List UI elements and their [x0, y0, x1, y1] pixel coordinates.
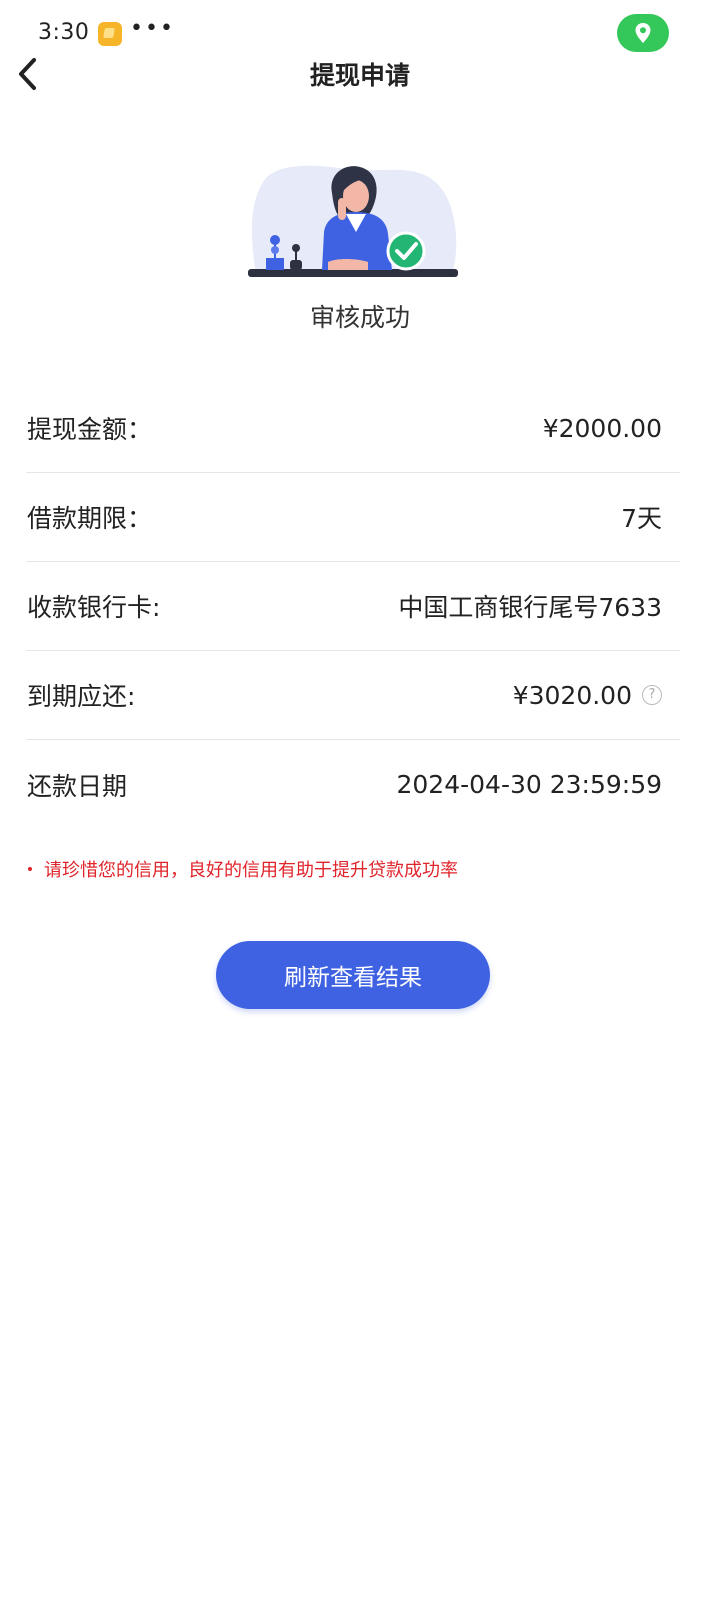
status-time: 3:30: [38, 20, 90, 45]
more-notifications-icon: •••: [130, 16, 175, 41]
review-status: 审核成功: [309, 303, 410, 332]
credit-notice: 请珍惜您的信用，良好的信用有助于提升贷款成功率: [28, 856, 458, 882]
detail-value: ¥3020.00 ?: [513, 681, 680, 710]
detail-label: 借款期限：: [27, 504, 153, 533]
term-value: 7天: [621, 504, 662, 533]
detail-row-due-amount: 到期应还: ¥3020.00 ?: [26, 651, 680, 740]
success-illustration: [246, 158, 462, 282]
bullet-dot-icon: [28, 867, 32, 871]
detail-value: 2024-04-30 23:59:59: [396, 770, 680, 799]
detail-row-repay-date: 还款日期 2024-04-30 23:59:59: [26, 740, 680, 829]
detail-row-bank-card: 收款银行卡: 中国工商银行尾号7633: [26, 562, 680, 651]
detail-value: ¥2000.00: [543, 414, 680, 443]
notes-app-icon: [98, 22, 122, 46]
header: 提现申请: [0, 52, 720, 96]
detail-label: 到期应还:: [27, 682, 136, 711]
page-title: 提现申请: [309, 61, 410, 90]
credit-notice-text: 请珍惜您的信用，良好的信用有助于提升贷款成功率: [44, 860, 458, 881]
detail-row-amount: 提现金额： ¥2000.00: [26, 384, 680, 473]
withdrawal-details: 提现金额： ¥2000.00 借款期限： 7天 收款银行卡: 中国工商银行尾号7…: [26, 384, 680, 829]
detail-value: 中国工商银行尾号7633: [398, 588, 680, 624]
question-circle-icon[interactable]: ?: [642, 685, 662, 705]
repay-date-value: 2024-04-30 23:59:59: [396, 770, 662, 799]
location-pin-icon: [617, 14, 669, 52]
detail-label: 还款日期: [27, 771, 128, 801]
refresh-result-button[interactable]: 刷新查看结果: [216, 941, 490, 1009]
detail-label: 收款银行卡:: [27, 593, 161, 622]
detail-label: 提现金额：: [27, 415, 153, 444]
amount-value: ¥2000.00: [542, 413, 662, 443]
bank-card-value: 中国工商银行尾号7633: [398, 593, 662, 622]
due-amount-value: ¥3020.00: [512, 680, 632, 710]
detail-row-term: 借款期限： 7天: [26, 473, 680, 562]
detail-value: 7天: [621, 499, 680, 535]
